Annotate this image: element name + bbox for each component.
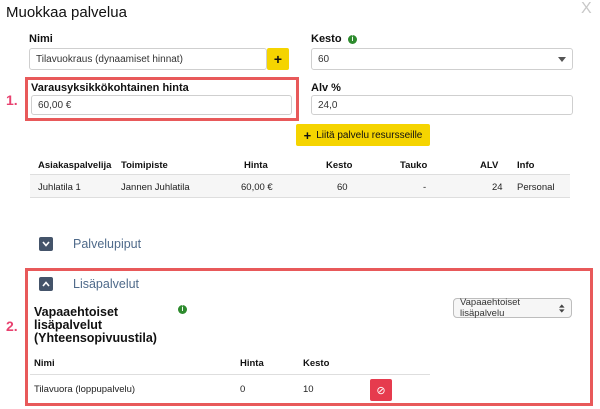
cell-vat: 24: [492, 182, 503, 193]
delete-extra-button[interactable]: ⊘: [370, 379, 392, 401]
caret-down-icon: [558, 56, 566, 62]
th-location: Toimipiste: [121, 160, 168, 171]
duration-value: 60: [318, 53, 330, 65]
duration-label: Kesto: [311, 33, 342, 45]
marker-two: 2.: [6, 318, 18, 334]
dialog-title: Muokkaa palvelua: [6, 4, 127, 21]
cell-info: Personal: [517, 182, 555, 193]
plus-icon: +: [303, 127, 312, 143]
ban-icon: ⊘: [376, 384, 386, 397]
chevron-down-icon[interactable]: [39, 237, 53, 251]
extras-th-duration: Kesto: [303, 358, 330, 369]
chevron-up-icon[interactable]: [39, 277, 53, 291]
extras-th-name: Nimi: [34, 358, 55, 369]
extras-heading-line3: (Yhteensopivuustila): [34, 331, 157, 345]
marker-one: 1.: [6, 92, 18, 108]
th-price: Hinta: [244, 160, 268, 171]
vat-label: Alv %: [311, 82, 341, 94]
vat-value: 24,0: [318, 99, 338, 111]
cell-break: -: [423, 182, 427, 193]
price-value: 60,00 €: [38, 99, 72, 111]
extras-divider: [30, 374, 430, 375]
extras-select[interactable]: Vapaaehtoiset lisäpalvelu: [453, 297, 572, 319]
close-icon[interactable]: X: [581, 0, 592, 18]
th-info: Info: [517, 160, 535, 171]
th-vat: ALV: [480, 160, 499, 171]
attach-resources-button[interactable]: + Liitä palvelu resursseille: [296, 124, 430, 146]
extras-th-price: Hinta: [240, 358, 264, 369]
plus-icon: +: [273, 51, 283, 67]
duration-select[interactable]: 60: [311, 48, 573, 70]
cell-customer-servant: Juhlatila 1: [38, 182, 81, 193]
cell-price: 60,00 €: [241, 182, 273, 193]
add-name-button[interactable]: +: [267, 48, 289, 70]
table-divider: [30, 197, 570, 198]
vat-field[interactable]: 24,0: [311, 95, 573, 115]
extras-heading: Vapaaehtoiset lisäpalvelut (Yhteensopivu…: [34, 306, 157, 345]
extras-select-value: Vapaaehtoiset lisäpalvelu: [460, 297, 521, 319]
cell-location: Jannen Juhlatila: [121, 182, 190, 193]
table-row: [30, 175, 570, 197]
extras-cell-duration: 10: [303, 384, 314, 395]
section-packages[interactable]: Palvelupiput: [73, 237, 141, 251]
info-icon: i: [348, 35, 357, 44]
attach-button-label: Liitä palvelu resursseille: [316, 129, 423, 141]
th-break: Tauko: [400, 160, 428, 171]
name-value: Tilavuokraus (dynaamiset hinnat): [36, 53, 183, 65]
extras-cell-price: 0: [240, 384, 246, 395]
name-field[interactable]: Tilavuokraus (dynaamiset hinnat): [29, 48, 267, 70]
cell-duration: 60: [337, 182, 348, 193]
updown-icon: [559, 303, 565, 313]
section-extras[interactable]: Lisäpalvelut: [73, 277, 139, 291]
extras-cell-name: Tilavuora (loppupalvelu): [34, 384, 136, 395]
th-customer-servant: Asiakaspalvelija: [38, 160, 112, 171]
info-icon: i: [178, 305, 187, 314]
price-label: Varausyksikkökohtainen hinta: [31, 82, 189, 94]
price-field[interactable]: 60,00 €: [31, 95, 292, 115]
name-label: Nimi: [29, 33, 53, 45]
th-duration: Kesto: [326, 160, 353, 171]
